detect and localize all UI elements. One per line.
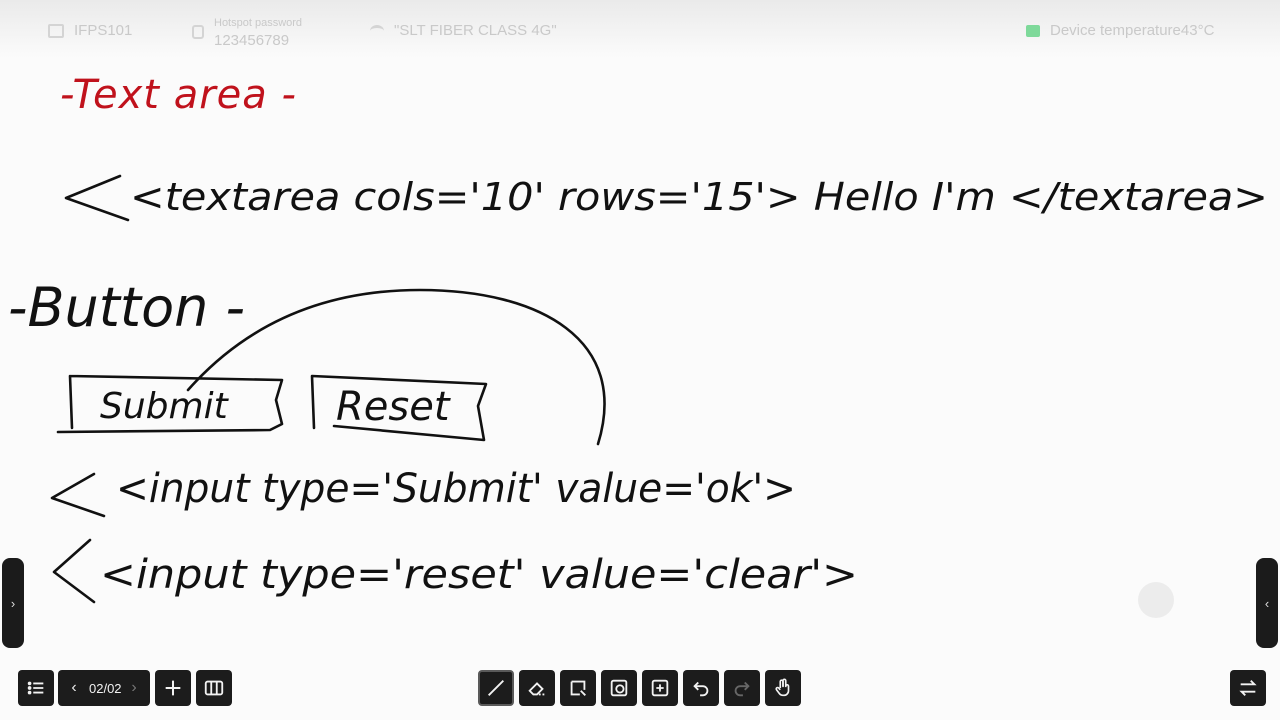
page-indicator: 02/02: [89, 680, 122, 696]
pen-tool-button[interactable]: [478, 670, 514, 706]
lasso-select-icon: [570, 680, 586, 696]
eraser-icon: [528, 682, 545, 696]
redo-button[interactable]: [724, 670, 760, 706]
redo-icon: [734, 681, 750, 697]
insert-icon: [651, 679, 669, 697]
textarea-code-line: <textarea cols='10' rows='15'> Hello I'm…: [130, 175, 1268, 219]
pen-icon: [488, 680, 504, 696]
heading-button: -Button -: [8, 276, 245, 339]
add-page-button[interactable]: [155, 670, 191, 706]
submit-input-code-line: <input type='Submit' value='ok'>: [116, 466, 796, 512]
list-icon: [27, 681, 44, 695]
swap-icon: [1239, 680, 1257, 696]
chevron-left-icon[interactable]: ‹: [59, 679, 89, 697]
undo-icon: [693, 681, 709, 697]
floating-assistive-button[interactable]: [1138, 582, 1174, 618]
page-navigator: ‹ 02/02 ›: [58, 670, 150, 706]
page-overview-icon: [204, 680, 224, 696]
hand-touch-icon: [775, 678, 790, 697]
whiteboard-canvas[interactable]: -Text area - <textarea cols='10' rows='1…: [0, 0, 1280, 720]
touch-mode-button[interactable]: [765, 670, 801, 706]
bracket-line4: [50, 472, 106, 518]
right-panel-handle[interactable]: ‹: [1256, 558, 1278, 648]
reset-box-label: Reset: [336, 384, 451, 430]
swap-toolbar-button[interactable]: [1230, 670, 1266, 706]
insert-button[interactable]: [642, 670, 678, 706]
bracket-line5: [52, 538, 96, 604]
select-tool-button[interactable]: [560, 670, 596, 706]
undo-button[interactable]: [683, 670, 719, 706]
menu-button[interactable]: [18, 670, 54, 706]
shapes-tool-button[interactable]: [601, 670, 637, 706]
shapes-icon: [610, 679, 628, 697]
chevron-left-icon: ‹: [1264, 595, 1270, 611]
bracket-line2: [64, 174, 130, 222]
chevron-right-icon: ›: [10, 595, 16, 611]
chevron-right-icon[interactable]: ›: [119, 679, 149, 697]
page-overview-button[interactable]: [196, 670, 232, 706]
reset-input-code-line: <input type='reset' value='clear'>: [100, 552, 858, 598]
plus-icon: [165, 680, 181, 696]
submit-box-label: Submit: [100, 386, 230, 427]
heading-text-area: -Text area -: [60, 72, 297, 118]
left-panel-handle[interactable]: ›: [2, 558, 24, 648]
eraser-tool-button[interactable]: [519, 670, 555, 706]
